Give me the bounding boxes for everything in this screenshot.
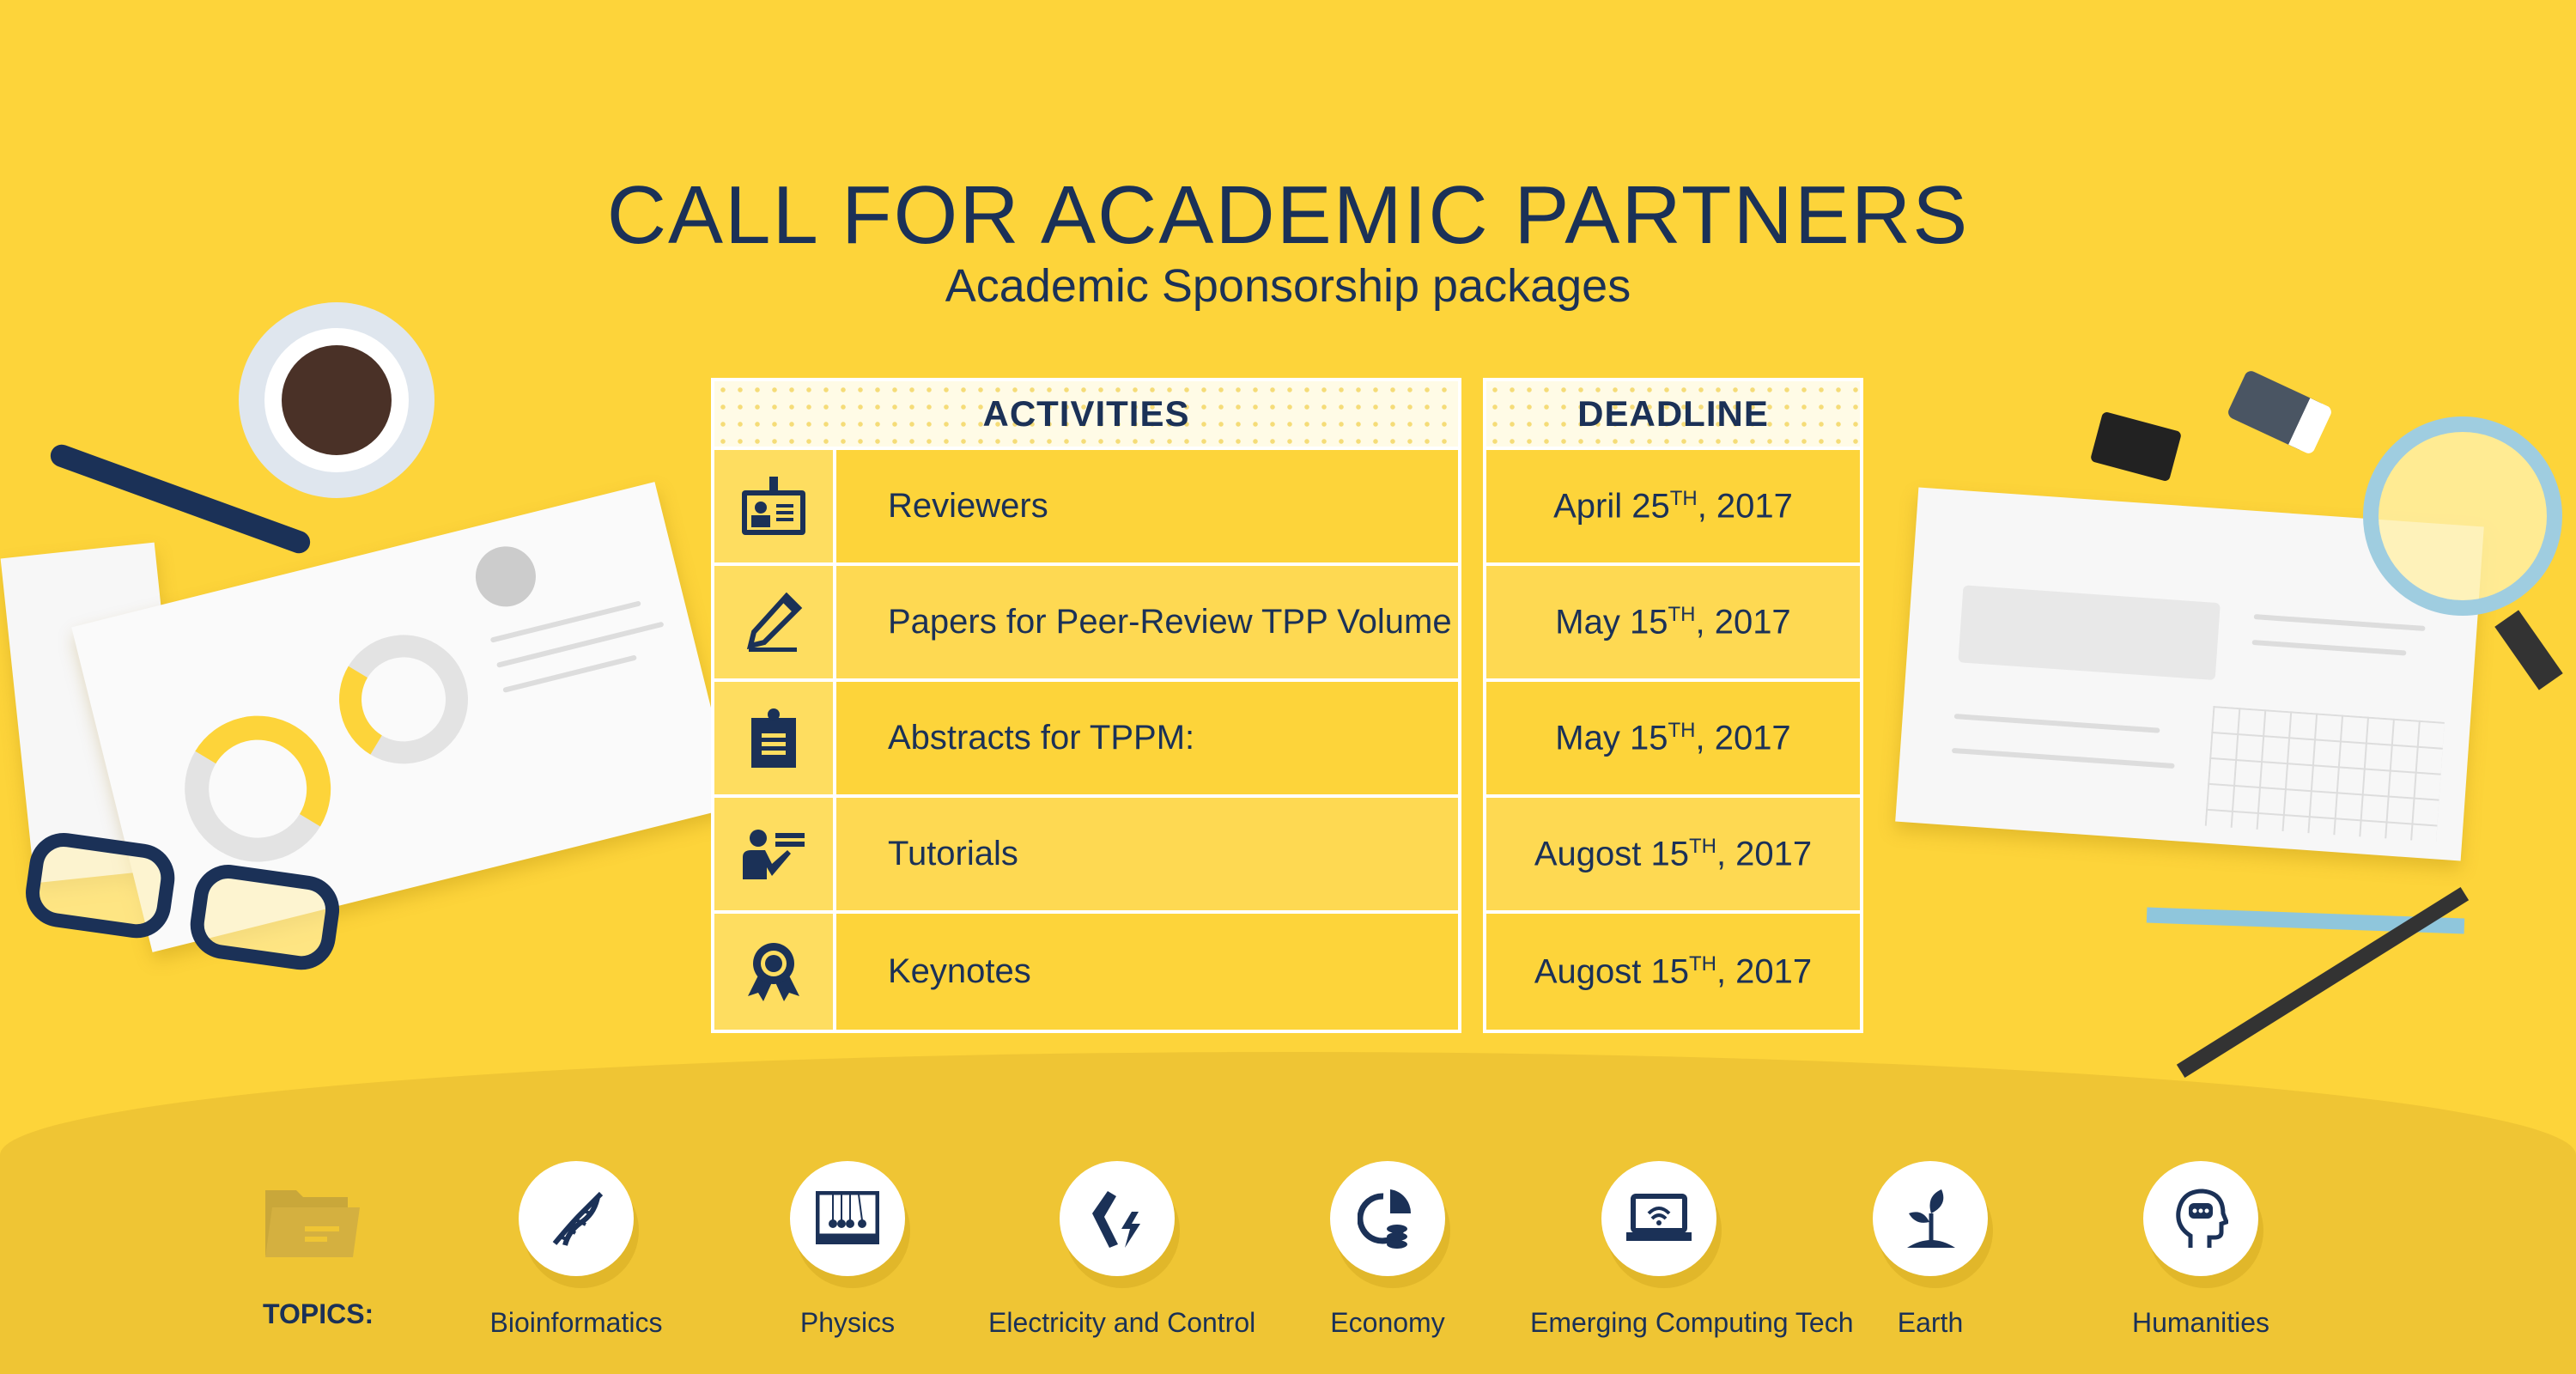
topic-humanities[interactable]: Humanities [2072, 1161, 2330, 1339]
presenter-icon [743, 829, 805, 879]
topic-physics[interactable]: Physics [719, 1161, 976, 1339]
activity-label: Keynotes [888, 952, 1031, 990]
table-row: Papers for Peer-Review TPP Volume [714, 566, 1458, 682]
table-row: April 25TH, 2017 [1486, 450, 1860, 566]
activity-label: Reviewers [888, 487, 1048, 525]
topic-bioinformatics[interactable]: Bioinformatics [447, 1161, 705, 1339]
topics-label: TOPICS: [263, 1298, 374, 1329]
award-ribbon-icon [748, 942, 799, 1001]
robot-arm-icon [1092, 1191, 1140, 1248]
activities-header: ACTIVITIES [714, 381, 1458, 450]
activities-table: ACTIVITIES Reviewers Papers for Peer-Rev… [711, 378, 1461, 1033]
eraser-icon [2226, 368, 2334, 456]
folder-icon [265, 1190, 360, 1257]
table-row: Reviewers [714, 450, 1458, 566]
page-subtitle: Academic Sponsorship packages [945, 260, 1631, 312]
topic-economy[interactable]: Economy [1259, 1161, 1516, 1339]
deadline-date: May 15TH, 2017 [1555, 602, 1791, 641]
table-row: Augost 15TH, 2017 [1486, 914, 1860, 1030]
deadline-header: DEADLINE [1486, 381, 1860, 450]
table-row: Augost 15TH, 2017 [1486, 798, 1860, 914]
sprout-icon [1907, 1189, 1955, 1248]
deadline-date: April 25TH, 2017 [1553, 486, 1793, 526]
activity-label: Abstracts for TPPM: [888, 719, 1195, 757]
activity-label: Papers for Peer-Review TPP Volume [888, 603, 1452, 641]
table-row: May 15TH, 2017 [1486, 682, 1860, 798]
table-row: May 15TH, 2017 [1486, 566, 1860, 682]
table-row: Keynotes [714, 914, 1458, 1030]
magnifier-handle [2494, 610, 2563, 690]
clipboard-icon [751, 708, 796, 768]
topic-emerging-computing-tech[interactable]: Emerging Computing Tech [1530, 1161, 1854, 1339]
table-row: Abstracts for TPPM: [714, 682, 1458, 798]
topic-electricity-and-control[interactable]: Electricity and Control [988, 1161, 1255, 1339]
binder-clip-icon [2089, 410, 2183, 483]
head-speech-icon [2176, 1189, 2228, 1248]
dna-icon [552, 1191, 604, 1246]
coffee-cup-icon [239, 302, 434, 498]
laptop-wifi-icon [1626, 1194, 1692, 1241]
deadline-date: Augost 15TH, 2017 [1534, 951, 1813, 991]
pie-chart-coins-icon [1358, 1189, 1412, 1249]
page-title: CALL FOR ACADEMIC PARTNERS [606, 169, 1970, 261]
deadline-table: DEADLINE April 25TH, 2017 May 15TH, 2017… [1483, 378, 1863, 1033]
activity-label: Tutorials [888, 835, 1018, 872]
newtons-cradle-icon [816, 1191, 879, 1244]
table-row: Tutorials [714, 798, 1458, 914]
magnifying-glass-icon [2363, 416, 2562, 616]
deadline-date: May 15TH, 2017 [1555, 718, 1791, 757]
pencil-icon [746, 592, 803, 652]
id-badge-icon [742, 476, 805, 535]
topic-earth[interactable]: Earth [1801, 1161, 2059, 1339]
deadline-date: Augost 15TH, 2017 [1534, 834, 1813, 873]
